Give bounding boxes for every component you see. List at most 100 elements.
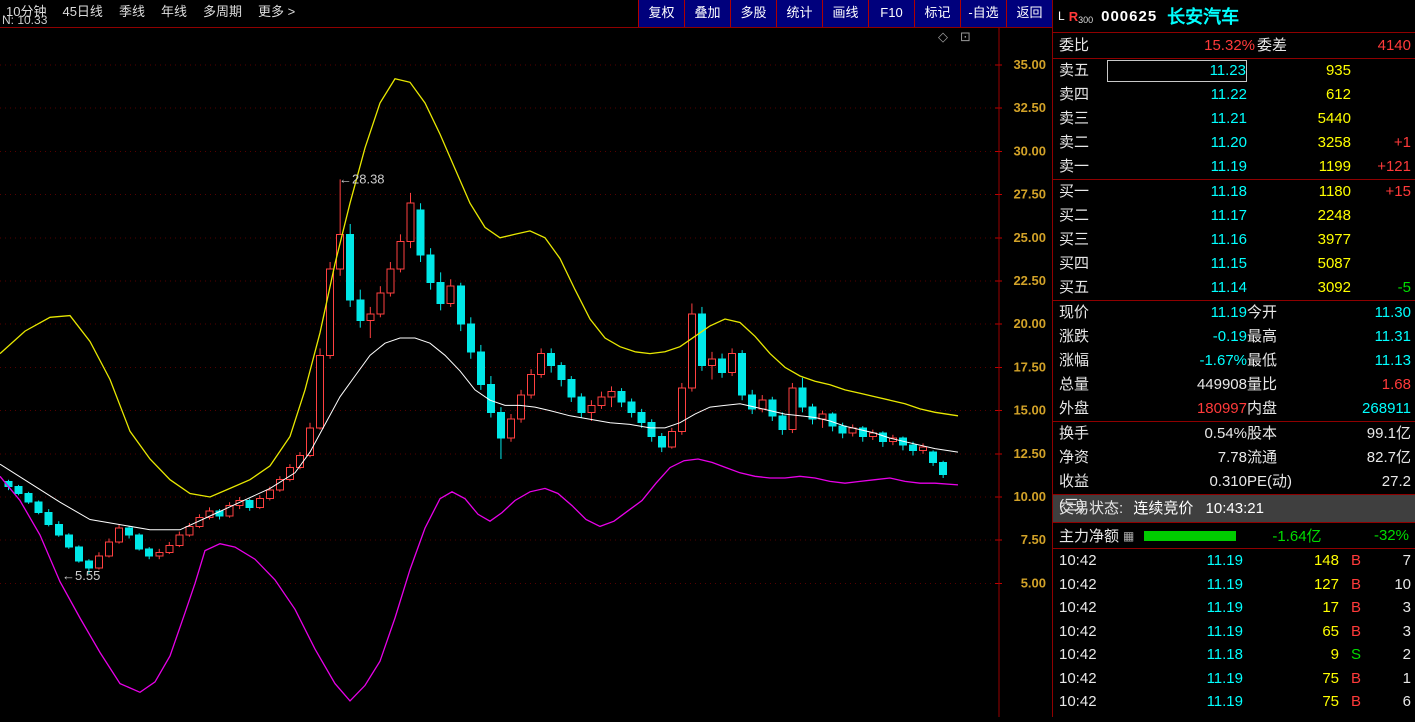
ask-row[interactable]: 卖四 11.22 612 <box>1053 83 1415 107</box>
window-icon[interactable]: ⊡ <box>960 30 971 43</box>
bid-row[interactable]: 买五 11.14 3092 -5 <box>1053 276 1415 300</box>
ladder-label: 卖一 <box>1059 158 1090 175</box>
tick-list: 10:42 11.19 148 B 7 10:42 11.19 127 B 10 10:42 11.1… <box>1053 549 1415 714</box>
tick-time: 10:42 <box>1059 646 1097 663</box>
quote-value: 0.54% <box>1204 425 1247 442</box>
toolbar-button-9[interactable]: 返回 <box>1006 0 1052 27</box>
ladder-label: 卖五 <box>1059 62 1090 79</box>
tick-side: B <box>1350 552 1361 569</box>
toolbar-button-5[interactable]: 画线 <box>822 0 868 27</box>
ladder-price: 11.21 <box>1210 110 1247 127</box>
bid-row[interactable]: 买四 11.15 5087 <box>1053 252 1415 276</box>
ladder-volume: 5440 <box>1317 110 1351 127</box>
quote-value: -1.67% <box>1199 352 1247 369</box>
tick-row[interactable]: 10:42 11.19 17 B 3 <box>1053 596 1415 620</box>
ladder-label: 卖二 <box>1059 134 1090 151</box>
svg-text:20.00: 20.00 <box>1013 316 1046 331</box>
rights-flag: R <box>1068 8 1079 24</box>
period-menu-item-2[interactable]: 45日线 <box>62 1 102 20</box>
tick-volume: 148 <box>1313 552 1339 569</box>
quote-value: 82.7亿 <box>1366 449 1411 466</box>
tick-side: B <box>1350 669 1361 687</box>
tick-count: 3 <box>1402 622 1411 640</box>
diamond-marker-icon[interactable]: ◇ <box>938 30 948 43</box>
svg-text:12.50: 12.50 <box>1013 446 1046 461</box>
ladder-volume: 1180 <box>1318 183 1351 200</box>
ask-row[interactable]: 卖一 11.19 1199 +121 <box>1053 155 1415 179</box>
ladder-label: 买一 <box>1059 183 1090 200</box>
ladder-label: 卖三 <box>1059 110 1090 127</box>
ladder-price: 11.14 <box>1210 279 1247 296</box>
tick-price: 11.19 <box>1206 575 1243 593</box>
tick-volume: 9 <box>1330 646 1339 663</box>
toolbar-button-3[interactable]: 多股 <box>730 0 776 27</box>
tick-row[interactable]: 10:42 11.19 75 B 1 <box>1053 667 1415 691</box>
quote-summary: 现价 11.19 今开 11.30 涨跌 -0.19 最高 11.31 涨幅 -1.67% 最低 11… <box>1053 301 1415 422</box>
ladder-volume: 3258 <box>1317 134 1351 151</box>
tick-count: 10 <box>1394 575 1411 593</box>
ask-row[interactable]: 卖三 11.21 5440 <box>1053 107 1415 131</box>
trade-status-time: 10:43:21 <box>1205 500 1264 517</box>
index-flag: 300 <box>1078 14 1094 25</box>
quote-value: 1.68 <box>1381 376 1411 393</box>
quote-label: 最高 <box>1247 328 1278 345</box>
quote-row: 现价 11.19 今开 11.30 <box>1053 301 1415 325</box>
tick-side: B <box>1350 693 1361 710</box>
bid-row[interactable]: 买一 11.18 1180 +15 <box>1053 180 1415 204</box>
main-force-value: -1.64亿 <box>1272 528 1322 545</box>
main-force-label: 主力净额 <box>1059 528 1120 545</box>
toolbar-button-7[interactable]: 标记 <box>914 0 960 27</box>
ask-row[interactable]: 卖二 11.20 3258 +1 <box>1053 131 1415 155</box>
toolbar: 复权 叠加 多股 统计 画线 F10 标记 -自选 返回 <box>638 0 1052 27</box>
level-flag: L <box>1058 9 1065 23</box>
tick-time: 10:42 <box>1059 669 1097 687</box>
main-force-row: 主力净额 ▦ -1.64亿 -32% <box>1053 523 1415 549</box>
tick-side: B <box>1350 599 1361 616</box>
toolbar-button-6[interactable]: F10 <box>868 0 914 27</box>
topbar: 10分钟 45日线 季线 年线 多周期 更多 > N: 10.33 复权 叠加 多股 统计 画线 F… <box>0 0 1052 28</box>
svg-text:10.00: 10.00 <box>1013 489 1046 504</box>
quote-label: 外盘 <box>1059 400 1090 417</box>
tick-volume: 75 <box>1322 693 1339 710</box>
period-menu-item-4[interactable]: 年线 <box>161 1 187 20</box>
quote-row: 外盘 180997 内盘 268911 <box>1053 397 1415 421</box>
bid-row[interactable]: 买二 11.17 2248 <box>1053 204 1415 228</box>
quote-row: 涨跌 -0.19 最高 11.31 <box>1053 325 1415 349</box>
tick-time: 10:42 <box>1059 552 1097 569</box>
bid-row[interactable]: 买三 11.16 3977 <box>1053 228 1415 252</box>
svg-text:←5.55: ←5.55 <box>62 568 100 583</box>
period-menu-item-6[interactable]: 更多 > <box>258 1 295 20</box>
toolbar-button-4[interactable]: 统计 <box>776 0 822 27</box>
svg-text:7.50: 7.50 <box>1021 532 1046 547</box>
tick-row[interactable]: 10:42 11.18 9 S 2 <box>1053 643 1415 667</box>
tick-side: B <box>1350 575 1361 593</box>
ask-row[interactable]: 卖五 11.23 935 <box>1053 59 1415 83</box>
svg-text:17.50: 17.50 <box>1013 359 1046 374</box>
tick-count: 7 <box>1402 552 1411 569</box>
svg-text:25.00: 25.00 <box>1013 230 1046 245</box>
quote-label: 量比 <box>1247 376 1278 393</box>
quote-label: 净资 <box>1059 449 1090 466</box>
tick-row[interactable]: 10:42 11.19 127 B 10 <box>1053 573 1415 597</box>
detail-list-icon[interactable]: ▦ <box>1123 529 1134 543</box>
ladder-price: 11.17 <box>1210 207 1247 224</box>
ladder-label: 买二 <box>1059 207 1090 224</box>
weibi-value: 15.32% <box>1204 37 1255 54</box>
bid-list: 买一 11.18 1180 +15 买二 11.17 2248 买三 11.16 3977 买四 11… <box>1053 180 1415 301</box>
ladder-change <box>1351 204 1411 228</box>
quote-value: 11.30 <box>1374 304 1411 321</box>
tick-row[interactable]: 10:42 11.19 148 B 7 <box>1053 549 1415 573</box>
candlestick-chart[interactable]: 35.00 32.50 30.00 27.50 25.00 22.50 20.00 17.50… <box>0 28 1052 717</box>
toolbar-button-2[interactable]: 叠加 <box>684 0 730 27</box>
tick-row[interactable]: 10:42 11.19 75 B 6 <box>1053 690 1415 714</box>
ladder-price: 11.22 <box>1210 86 1247 103</box>
ladder-volume: 612 <box>1325 86 1351 103</box>
stock-name: 长安汽车 <box>1167 7 1240 27</box>
quote-row: 涨幅 -1.67% 最低 11.13 <box>1053 349 1415 373</box>
period-menu-item-3[interactable]: 季线 <box>119 1 145 20</box>
tick-row[interactable]: 10:42 11.19 65 B 3 <box>1053 620 1415 644</box>
tick-side: S <box>1350 646 1361 663</box>
period-menu-item-5[interactable]: 多周期 <box>203 1 242 20</box>
toolbar-button-1[interactable]: 复权 <box>638 0 684 27</box>
toolbar-button-8[interactable]: -自选 <box>960 0 1006 27</box>
